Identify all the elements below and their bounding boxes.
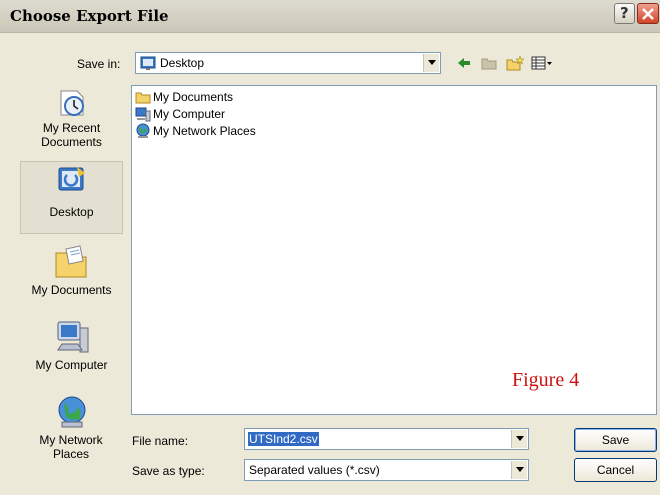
- chevron-down-icon: [516, 467, 524, 472]
- file-name: My Network Places: [153, 124, 256, 138]
- place-label: My Documents: [31, 283, 112, 297]
- window-title: Choose Export File: [10, 7, 169, 25]
- place-label: My Recent Documents: [41, 121, 102, 149]
- help-icon: ?: [620, 4, 629, 22]
- desktop-icon: [58, 167, 85, 191]
- title-bar[interactable]: Choose Export File ?: [0, 0, 660, 33]
- file-name-input[interactable]: UTSInd2.csv: [244, 428, 529, 450]
- places-bar: My Recent Documents Desktop My Documents: [20, 83, 123, 473]
- file-name: My Documents: [153, 90, 234, 104]
- computer-icon: [135, 107, 151, 122]
- network-places-icon: [58, 396, 85, 428]
- file-name-dropdown-arrow[interactable]: [511, 430, 527, 448]
- network-icon: [136, 123, 150, 138]
- help-button[interactable]: ?: [614, 3, 635, 24]
- close-button[interactable]: [637, 3, 659, 24]
- save-button[interactable]: Save: [574, 428, 657, 452]
- place-label: Desktop: [49, 205, 94, 219]
- save-in-dropdown-arrow[interactable]: [423, 54, 439, 72]
- cancel-button[interactable]: Cancel: [574, 458, 657, 482]
- save-as-type-label: Save as type:: [132, 464, 205, 478]
- file-name: My Computer: [153, 107, 226, 121]
- save-in-dropdown[interactable]: Desktop: [135, 52, 441, 74]
- file-list[interactable]: My Documents My Computer My Network Plac…: [131, 85, 657, 415]
- back-arrow-icon[interactable]: [456, 55, 472, 71]
- place-my-computer[interactable]: My Computer: [20, 318, 123, 388]
- recent-documents-icon: [60, 90, 84, 116]
- new-folder-icon[interactable]: [506, 55, 524, 71]
- place-my-documents[interactable]: My Documents: [20, 243, 123, 313]
- file-name-value: UTSInd2.csv: [248, 432, 319, 446]
- place-my-recent-documents[interactable]: My Recent Documents: [20, 85, 123, 160]
- save-in-label: Save in:: [77, 57, 121, 71]
- place-my-network-places[interactable]: My Network Places: [20, 393, 123, 468]
- save-in-value: Desktop: [160, 56, 205, 70]
- place-label: My Network Places: [39, 433, 103, 461]
- desktop-icon: [140, 56, 156, 70]
- save-as-type-dropdown[interactable]: Separated values (*.csv): [244, 459, 529, 481]
- my-computer-icon: [56, 321, 88, 353]
- chevron-down-icon: [428, 60, 436, 65]
- view-menu-icon[interactable]: [531, 55, 553, 71]
- close-icon: [642, 8, 654, 20]
- place-desktop[interactable]: Desktop: [20, 161, 123, 234]
- place-label: My Computer: [35, 358, 108, 372]
- figure-caption: Figure 4: [512, 369, 580, 391]
- my-documents-icon: [55, 245, 86, 278]
- chevron-down-icon: [516, 436, 524, 441]
- save-as-type-value: Separated values (*.csv): [249, 463, 380, 477]
- export-dialog: Choose Export File ? Save in: Desktop My…: [0, 0, 660, 495]
- up-folder-icon[interactable]: [481, 55, 497, 71]
- folder-icon: [135, 92, 151, 104]
- save-as-type-dropdown-arrow[interactable]: [511, 461, 527, 479]
- file-name-label: File name:: [132, 434, 189, 448]
